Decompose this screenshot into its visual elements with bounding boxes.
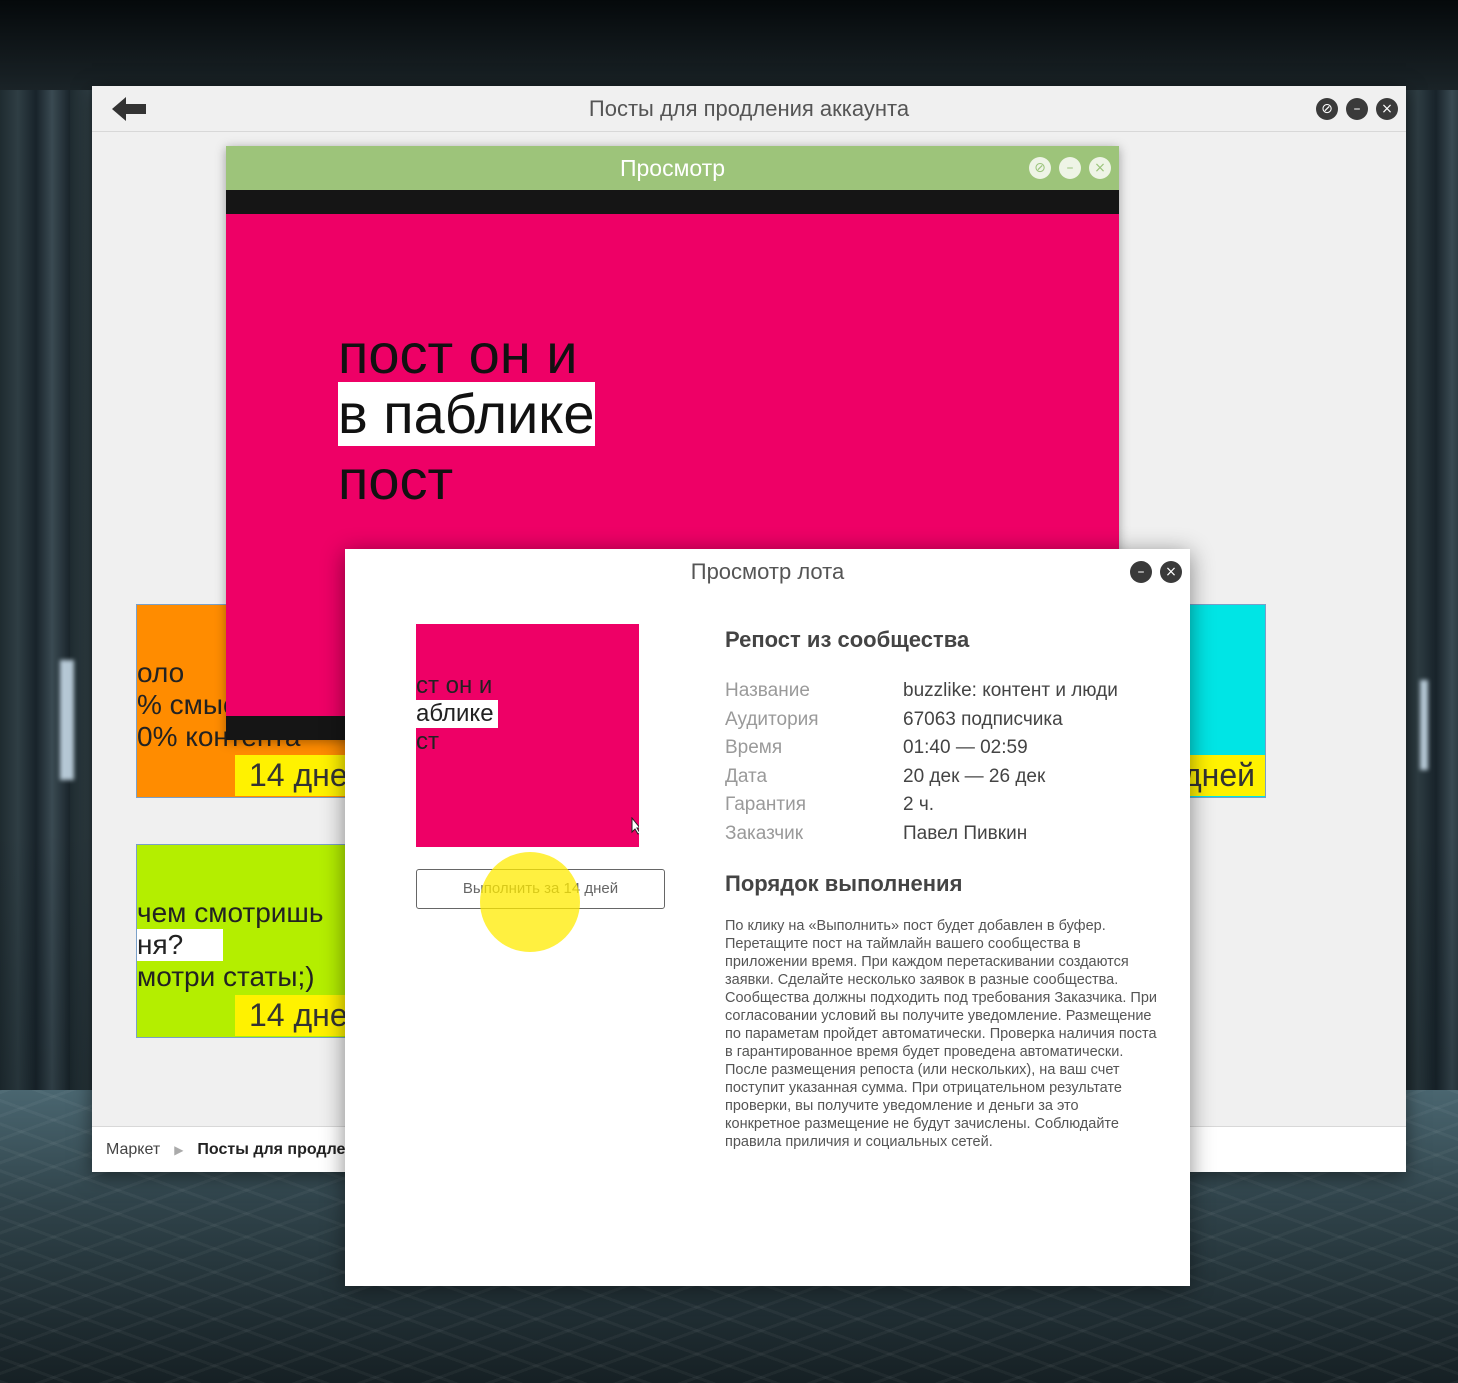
property-row: Гарантия 2 ч. [725,791,1155,820]
property-key: Гарантия [725,794,807,816]
preview-top-bar [226,190,1119,214]
post-text-line: пост [338,448,454,511]
post-tile-green[interactable]: чем смотришь ня? мотри статы;) 14 дней [136,844,376,1038]
minimize-icon[interactable]: – [1130,561,1152,583]
repost-heading: Репост из сообщества [725,627,970,652]
property-row: Заказчик Павел Пивкин [725,820,1155,849]
preview-titlebar: Просмотр ⊘ – × [226,146,1119,190]
property-key: Время [725,737,783,759]
minimize-icon[interactable]: – [1059,157,1081,179]
post-tile-cyan[interactable]: дней [1182,604,1266,798]
mouse-cursor-icon [631,817,639,835]
minimize-icon[interactable]: – [1346,98,1368,120]
order-heading: Порядок выполнения [725,871,963,896]
tile-text-line: оло [137,657,185,688]
thumb-text-line: ст он и [416,672,493,699]
property-row: Время 01:40 — 02:59 [725,734,1155,763]
main-window-title: Посты для продления аккаунта [588,96,910,121]
days-badge: дней [1183,755,1265,796]
property-row: Дата 20 дек — 26 дек [725,763,1155,792]
lot-properties: Название buzzlike: контент и люди Аудито… [725,677,1155,848]
thumb-text-line-highlighted: аблике [416,700,498,728]
click-highlight [480,852,580,952]
property-key: Заказчик [725,822,804,844]
pin-icon[interactable]: ⊘ [1316,98,1338,120]
preview-title: Просмотр [619,155,726,181]
close-icon[interactable]: × [1089,157,1111,179]
preview-window-controls: ⊘ – × [1029,157,1111,179]
property-key: Аудитория [725,708,819,730]
property-value: 20 дек — 26 дек [903,765,1046,787]
tile-text-line: мотри статы;) [137,961,315,992]
property-value: 01:40 — 02:59 [903,737,1028,759]
post-text-line: пост он и [338,322,578,385]
background-sky [0,0,1458,90]
pin-icon[interactable]: ⊘ [1029,157,1051,179]
property-value: Павел Пивкин [903,822,1028,844]
background-light [1420,680,1428,770]
lot-dialog: Просмотр лота – × ст он и аблике ст Выпо… [345,549,1190,1286]
lot-dialog-title: Просмотр лота [690,559,845,584]
post-thumbnail[interactable]: ст он и аблике ст [416,624,639,847]
property-key: Дата [725,765,768,787]
main-window-titlebar: Посты для продления аккаунта ⊘ – × [92,86,1406,132]
lot-dialog-titlebar: Просмотр лота – × [345,549,1190,595]
property-row: Аудитория 67063 подписчика [725,706,1155,735]
property-value: buzzlike: контент и люди [903,680,1118,702]
back-arrow-icon[interactable] [110,95,150,123]
close-icon[interactable]: × [1160,561,1182,583]
post-text-line-highlighted: в паблике [338,382,595,446]
main-window-controls: ⊘ – × [1316,98,1398,120]
tile-text-line: ня? [137,929,224,961]
property-value: 2 ч. [903,794,935,816]
property-key: Название [725,680,810,702]
thumb-text-line: ст [416,728,439,755]
breadcrumb-root[interactable]: Маркет [106,1141,160,1158]
background-light [60,660,74,780]
property-row: Название buzzlike: контент и люди [725,677,1155,706]
lot-dialog-controls: – × [1130,561,1182,583]
breadcrumb-separator-icon: ▶ [174,1143,184,1157]
tile-text-line: чем смотришь [137,897,324,928]
property-value: 67063 подписчика [903,708,1063,730]
order-description: По клику на «Выполнить» пост будет добав… [725,918,1157,1150]
close-icon[interactable]: × [1376,98,1398,120]
